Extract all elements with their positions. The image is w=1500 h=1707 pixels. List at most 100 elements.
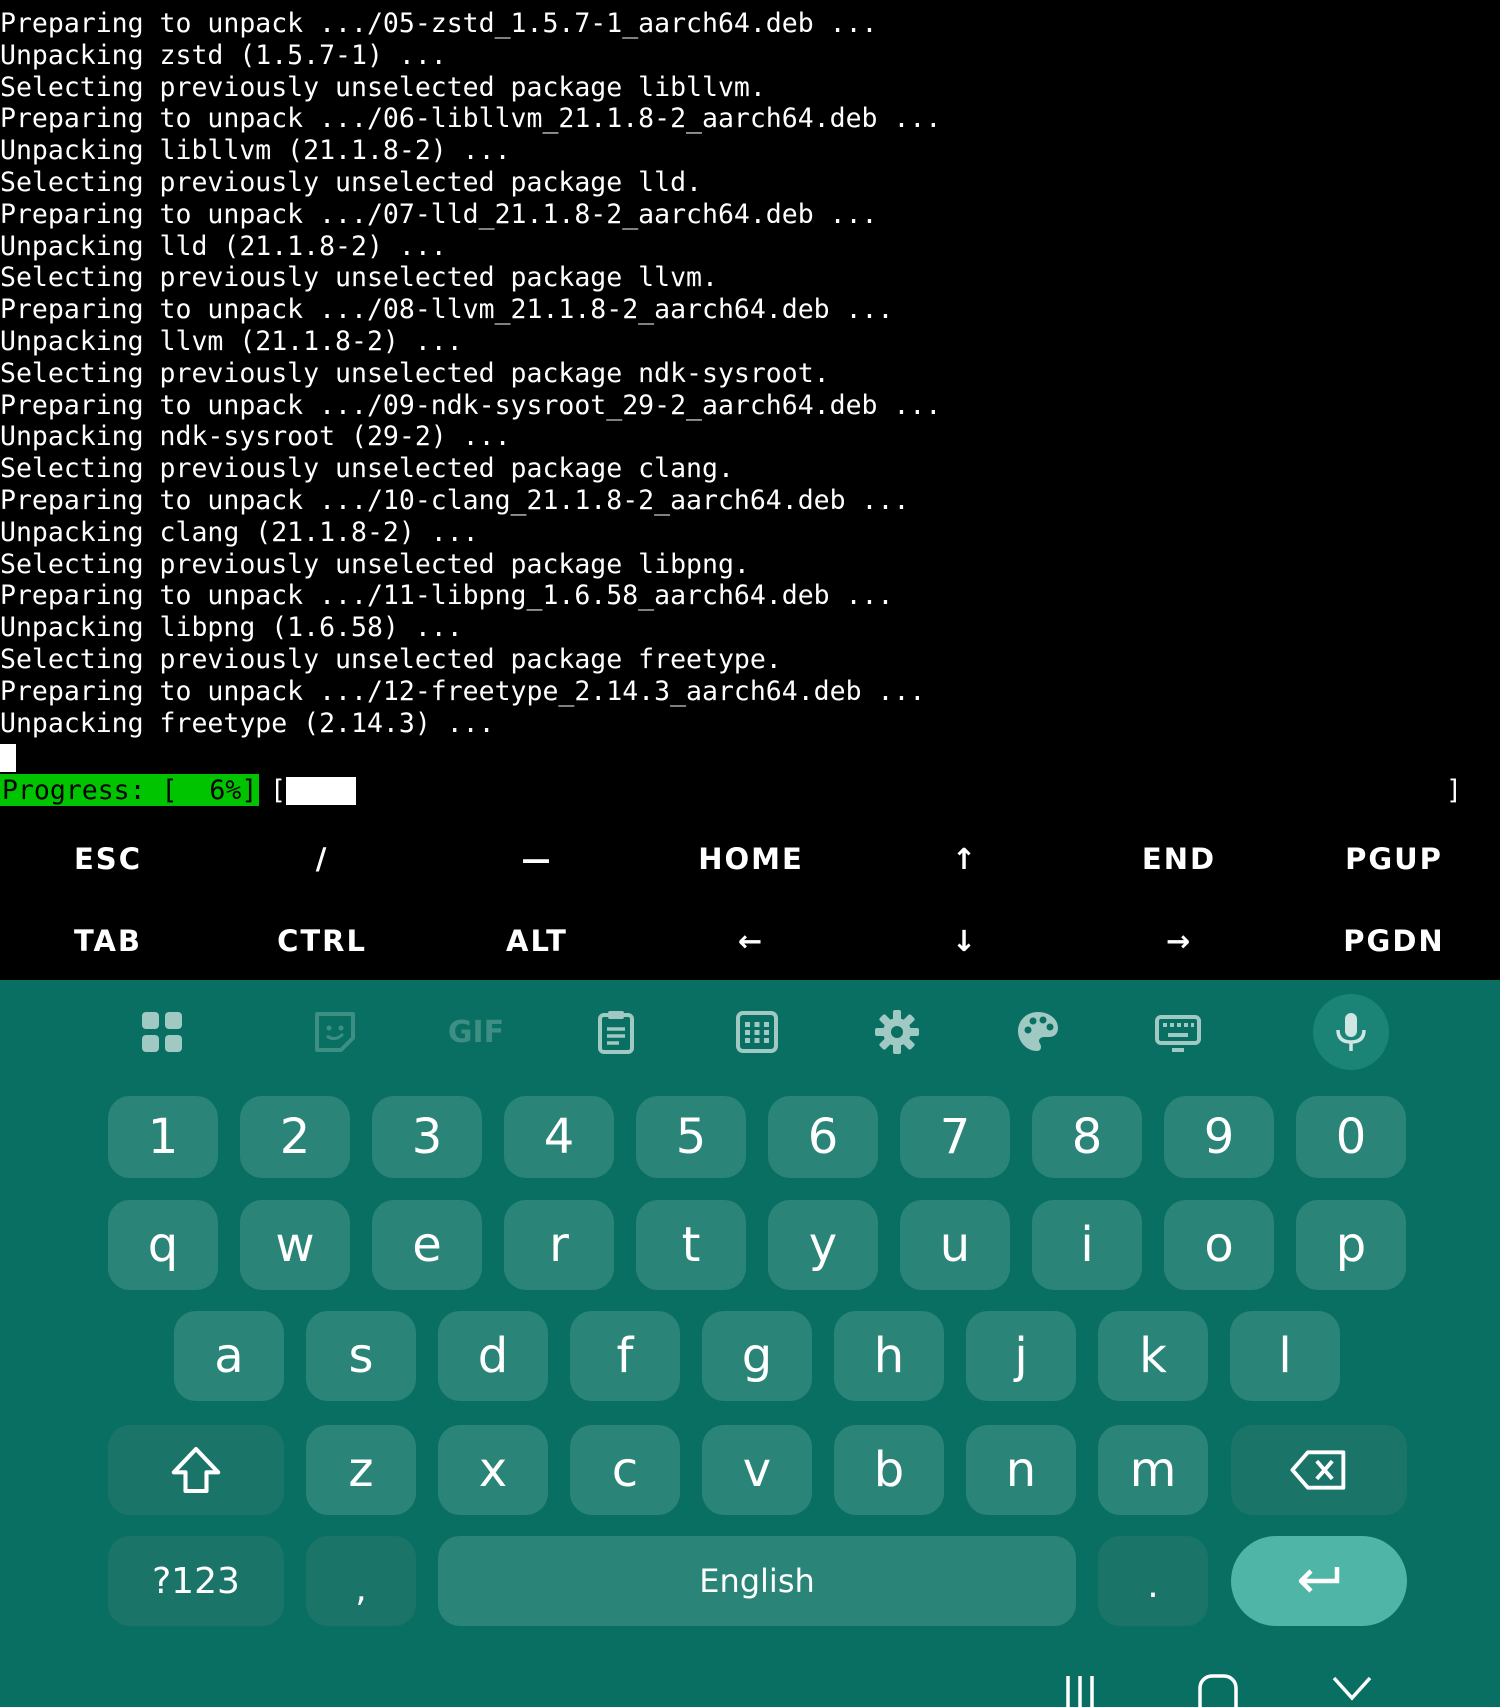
extra-key-row1-2[interactable]: — xyxy=(429,818,645,900)
extra-key-row1-1[interactable]: / xyxy=(214,818,430,900)
key-y[interactable]: y xyxy=(768,1200,878,1290)
keyboard-icon[interactable] xyxy=(1140,994,1216,1070)
extra-key-row2-1[interactable]: CTRL xyxy=(214,900,430,982)
terminal-screen[interactable]: Preparing to unpack .../05-zstd_1.5.7-1_… xyxy=(0,0,1500,812)
terminal-line: Preparing to unpack .../08-llvm_21.1.8-2… xyxy=(0,294,894,326)
key-c[interactable]: c xyxy=(570,1425,680,1515)
key-w[interactable]: w xyxy=(240,1200,350,1290)
extra-key-row1-4[interactable]: ↑ xyxy=(857,818,1073,900)
key-e[interactable]: e xyxy=(372,1200,482,1290)
key-p[interactable]: p xyxy=(1296,1200,1406,1290)
microphone-icon[interactable] xyxy=(1313,994,1389,1070)
comma-key[interactable]: , xyxy=(306,1536,416,1626)
extra-key-row2-3[interactable]: ← xyxy=(643,900,859,982)
key-v[interactable]: v xyxy=(702,1425,812,1515)
period-key[interactable]: . xyxy=(1098,1536,1208,1626)
home-icon[interactable] xyxy=(1196,1672,1240,1707)
extra-key-row2-6[interactable]: PGDN xyxy=(1286,900,1500,982)
sticker-icon[interactable] xyxy=(297,994,373,1070)
key-r[interactable]: r xyxy=(504,1200,614,1290)
key-4[interactable]: 4 xyxy=(504,1096,614,1178)
key-7[interactable]: 7 xyxy=(900,1096,1010,1178)
key-6[interactable]: 6 xyxy=(768,1096,878,1178)
terminal-line: Preparing to unpack .../11-libpng_1.6.58… xyxy=(0,580,894,612)
terminal-line: Selecting previously unselected package … xyxy=(0,548,750,580)
terminal-line: Preparing to unpack .../06-libllvm_21.1.… xyxy=(0,103,942,135)
key-5[interactable]: 5 xyxy=(636,1096,746,1178)
space-key[interactable]: English xyxy=(438,1536,1076,1626)
key-d[interactable]: d xyxy=(438,1311,548,1401)
comma-key-label: , xyxy=(355,1569,367,1610)
extra-key-row2-0[interactable]: TAB xyxy=(0,900,216,982)
symbols-key[interactable]: ?123 xyxy=(108,1536,284,1626)
clipboard-icon[interactable] xyxy=(578,994,654,1070)
soft-keyboard: GIF 1234567890 qwertyuiop asdfghjkl zxcv… xyxy=(0,980,1500,1707)
key-f[interactable]: f xyxy=(570,1311,680,1401)
extra-key-row1-3[interactable]: HOME xyxy=(643,818,859,900)
terminal-line: Preparing to unpack .../12-freetype_2.14… xyxy=(0,675,926,707)
key-x[interactable]: x xyxy=(438,1425,548,1515)
key-u[interactable]: u xyxy=(900,1200,1010,1290)
extra-key-row2-2[interactable]: ALT xyxy=(429,900,645,982)
space-key-label: English xyxy=(699,1562,815,1600)
extra-key-row2-4[interactable]: ↓ xyxy=(857,900,1073,982)
terminal-line: Unpacking llvm (21.1.8-2) ... xyxy=(0,325,463,357)
enter-icon xyxy=(1298,1567,1340,1593)
terminal-line: Selecting previously unselected package … xyxy=(0,262,718,294)
terminal-output: Preparing to unpack .../05-zstd_1.5.7-1_… xyxy=(0,8,1500,739)
progress-bracket-open: [ xyxy=(270,775,286,806)
key-z[interactable]: z xyxy=(306,1425,416,1515)
key-q[interactable]: q xyxy=(108,1200,218,1290)
key-0[interactable]: 0 xyxy=(1296,1096,1406,1178)
key-8[interactable]: 8 xyxy=(1032,1096,1142,1178)
key-9[interactable]: 9 xyxy=(1164,1096,1274,1178)
key-3[interactable]: 3 xyxy=(372,1096,482,1178)
key-l[interactable]: l xyxy=(1230,1311,1340,1401)
extra-key-row1-5[interactable]: END xyxy=(1071,818,1287,900)
key-m[interactable]: m xyxy=(1098,1425,1208,1515)
terminal-line: Unpacking clang (21.1.8-2) ... xyxy=(0,516,479,548)
terminal-line: Selecting previously unselected package … xyxy=(0,357,830,389)
shift-key[interactable] xyxy=(108,1425,284,1515)
key-h[interactable]: h xyxy=(834,1311,944,1401)
extra-key-row1-6[interactable]: PGUP xyxy=(1286,818,1500,900)
backspace-key[interactable] xyxy=(1231,1425,1407,1515)
gif-icon[interactable]: GIF xyxy=(438,994,514,1070)
extra-key-row1-0[interactable]: ESC xyxy=(0,818,216,900)
progress-bracket-close: ] xyxy=(1446,775,1462,806)
terminal-line: Preparing to unpack .../10-clang_21.1.8-… xyxy=(0,484,910,516)
key-s[interactable]: s xyxy=(306,1311,416,1401)
key-t[interactable]: t xyxy=(636,1200,746,1290)
palette-icon[interactable] xyxy=(1000,994,1076,1070)
gif-label: GIF xyxy=(447,1014,505,1050)
terminal-line: Unpacking freetype (2.14.3) ... xyxy=(0,707,495,739)
key-1[interactable]: 1 xyxy=(108,1096,218,1178)
key-g[interactable]: g xyxy=(702,1311,812,1401)
key-j[interactable]: j xyxy=(966,1311,1076,1401)
terminal-line: Preparing to unpack .../05-zstd_1.5.7-1_… xyxy=(0,8,878,39)
progress-row: Progress: [ 6%] [ ] xyxy=(0,774,1500,808)
system-nav-bar xyxy=(0,1672,1500,1707)
progress-bar-fill xyxy=(286,777,356,805)
extra-key-row2-5[interactable]: → xyxy=(1071,900,1287,982)
recents-icon[interactable] xyxy=(1060,1672,1104,1707)
apps-grid-icon[interactable] xyxy=(124,994,200,1070)
key-o[interactable]: o xyxy=(1164,1200,1274,1290)
terminal-line: Unpacking libllvm (21.1.8-2) ... xyxy=(0,135,511,167)
key-b[interactable]: b xyxy=(834,1425,944,1515)
key-i[interactable]: i xyxy=(1032,1200,1142,1290)
key-a[interactable]: a xyxy=(174,1311,284,1401)
period-key-label: . xyxy=(1147,1565,1159,1606)
key-2[interactable]: 2 xyxy=(240,1096,350,1178)
terminal-line: Unpacking ndk-sysroot (29-2) ... xyxy=(0,421,511,453)
progress-label: Progress: [ 6%] xyxy=(0,774,260,806)
gear-icon[interactable] xyxy=(859,994,935,1070)
terminal-line: Selecting previously unselected package … xyxy=(0,166,702,198)
backspace-icon xyxy=(1290,1450,1346,1490)
numpad-icon[interactable] xyxy=(719,994,795,1070)
back-icon[interactable] xyxy=(1330,1672,1374,1707)
key-k[interactable]: k xyxy=(1098,1311,1208,1401)
enter-key[interactable] xyxy=(1231,1536,1407,1626)
key-n[interactable]: n xyxy=(966,1425,1076,1515)
terminal-line: Preparing to unpack .../07-lld_21.1.8-2_… xyxy=(0,198,878,230)
